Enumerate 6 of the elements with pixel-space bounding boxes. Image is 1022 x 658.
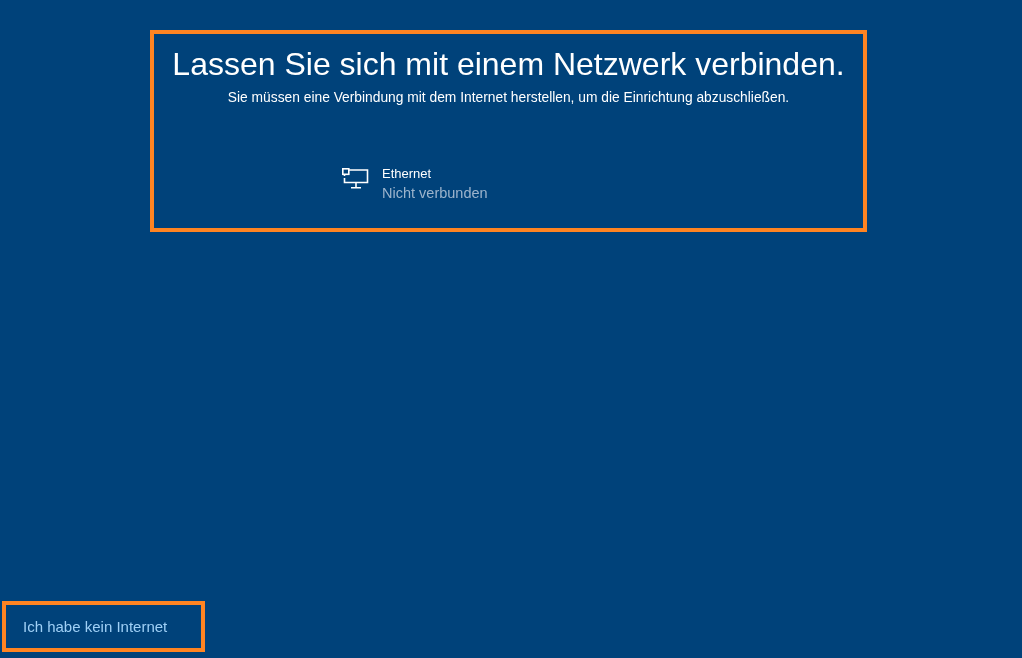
page-subtitle: Sie müssen eine Verbindung mit dem Internet herstellen, um die Einrichtung abzuschließen. — [227, 89, 790, 107]
monitor-icon — [342, 168, 369, 189]
network-status: Nicht verbunden — [382, 184, 488, 203]
page-title: Lassen Sie sich mit einem Netzwerk verbinden. — [172, 45, 845, 83]
no-internet-link[interactable]: Ich habe kein Internet — [23, 617, 168, 636]
network-name[interactable]: Ethernet — [382, 165, 488, 183]
